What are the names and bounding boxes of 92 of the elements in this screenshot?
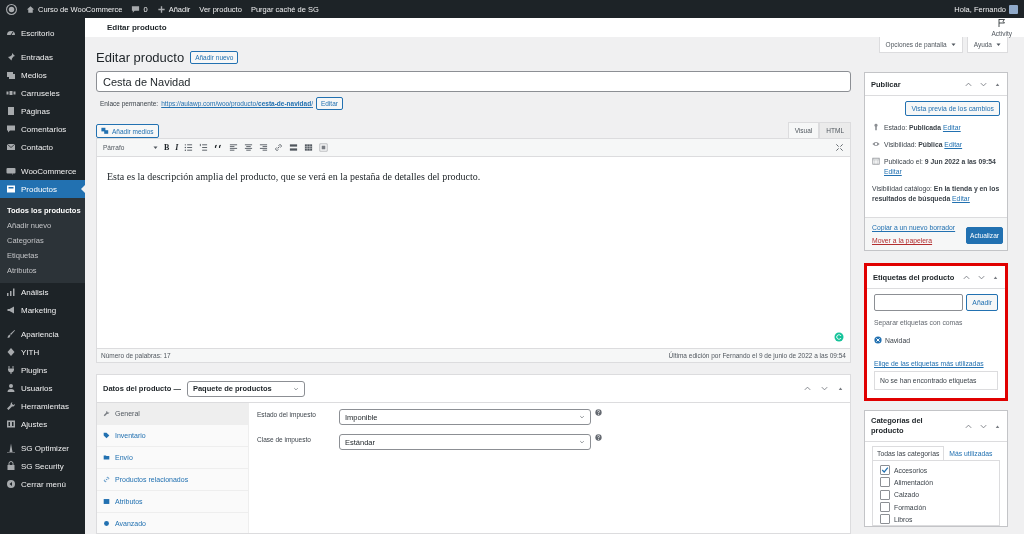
page-heading: Editar producto (96, 49, 185, 65)
menu-item[interactable]: YITH (0, 343, 85, 361)
status-circle-icon (834, 332, 844, 342)
plug-icon (6, 365, 16, 375)
check-icon (881, 466, 889, 475)
align-left-icon[interactable] (229, 143, 239, 152)
menu-item[interactable]: Cerrar menú (0, 475, 85, 493)
triangle-up-icon[interactable] (994, 422, 1001, 430)
align-right-icon[interactable] (259, 143, 269, 152)
checkbox[interactable] (880, 489, 890, 500)
home-icon (26, 4, 35, 14)
menu-item[interactable]: Usuarios (0, 379, 85, 397)
menu-item[interactable]: Ajustes (0, 415, 85, 433)
help-icon[interactable] (595, 409, 602, 416)
menu-item[interactable]: Medios (0, 66, 85, 84)
megaphone-icon (6, 305, 16, 315)
page-title: Editar producto (107, 23, 168, 32)
sliders-icon (6, 419, 16, 429)
grid-icon (103, 498, 110, 505)
menu-item[interactable]: Marketing (0, 301, 85, 319)
fullscreen-icon[interactable] (835, 143, 844, 152)
menu-item[interactable]: WooCommerce (0, 162, 85, 180)
bold-button[interactable]: B (164, 143, 170, 152)
calendar-icon (872, 157, 880, 165)
avatar-icon (1009, 4, 1018, 14)
checkbox[interactable] (880, 477, 890, 488)
align-center-icon[interactable] (244, 143, 254, 152)
page-icon (6, 106, 16, 116)
chevron-up-icon[interactable] (803, 384, 812, 393)
menu-item[interactable]: Carruseles (0, 84, 85, 102)
checkbox[interactable] (880, 465, 890, 476)
description-text: Esta es la descripción amplia del producto, que se verá en la pestaña de detalles del producto. (107, 171, 482, 182)
caret-icon (950, 42, 956, 47)
menu-item[interactable]: SG Security (0, 457, 85, 475)
wrench-icon (6, 401, 16, 411)
chevron-down-icon[interactable] (820, 384, 829, 393)
menu-item[interactable]: SG Optimizer (0, 439, 85, 457)
caret-icon (996, 42, 1001, 47)
diamond-icon (6, 347, 16, 357)
slides-icon (6, 88, 16, 98)
checkbox[interactable] (880, 514, 890, 525)
triangle-up-icon[interactable] (992, 273, 999, 281)
menu-item[interactable]: Comentarios (0, 120, 85, 138)
bullet-list-icon[interactable] (184, 143, 194, 152)
help-icon[interactable] (595, 434, 602, 441)
lock-icon (6, 461, 16, 471)
logo-icon[interactable] (6, 3, 17, 15)
wrench-icon (103, 410, 110, 417)
numbered-list-icon[interactable] (199, 143, 209, 152)
spike-icon (6, 443, 16, 453)
chevron-down-icon (579, 414, 585, 420)
link-icon[interactable] (274, 143, 284, 152)
media-icon (101, 127, 109, 135)
tag-input-field[interactable] (874, 294, 964, 311)
person-icon (6, 383, 16, 393)
gauge-icon (6, 28, 16, 38)
title-field[interactable]: Cesta de Navidad (96, 71, 851, 92)
pin-icon (6, 52, 16, 62)
menu-item[interactable]: Plugins (0, 361, 85, 379)
table-icon[interactable] (304, 143, 314, 152)
triangle-up-icon[interactable] (837, 385, 844, 392)
chevron-down-icon (579, 439, 585, 445)
menu-item[interactable]: Apariencia (0, 325, 85, 343)
speech-bubble-icon (131, 4, 141, 14)
flag-icon[interactable] (996, 18, 1007, 28)
menu-item[interactable]: Herramientas (0, 397, 85, 415)
envelope-icon (6, 142, 16, 152)
pin-icon (872, 123, 880, 131)
checkbox[interactable] (880, 502, 890, 513)
chevron-down-icon (292, 385, 299, 392)
tray-icon (6, 184, 16, 194)
plus-icon (156, 4, 166, 14)
remove-tag-icon[interactable] (874, 336, 882, 344)
bubble-icon (6, 166, 16, 176)
bar-chart-icon (6, 287, 16, 297)
caret-icon (153, 145, 158, 150)
menu-item[interactable]: Páginas (0, 102, 85, 120)
tag-icon (103, 432, 110, 439)
menu-item[interactable]: Análisis (0, 283, 85, 301)
link-icon (103, 476, 110, 483)
toolbar-toggle-icon[interactable] (319, 143, 329, 152)
menu-item[interactable]: Productos (0, 180, 85, 198)
more-tag-icon[interactable] (289, 143, 299, 152)
folder-icon (103, 454, 110, 461)
speech-bubble-icon (6, 124, 16, 134)
brush-icon (6, 329, 16, 339)
eye-icon (872, 140, 880, 148)
menu-item[interactable]: Contacto (0, 138, 85, 156)
menu-item[interactable]: Escritorio (0, 24, 85, 42)
triangle-up-icon[interactable] (994, 80, 1001, 88)
menu-item[interactable]: Entradas (0, 48, 85, 66)
italic-button[interactable]: I (175, 143, 179, 152)
